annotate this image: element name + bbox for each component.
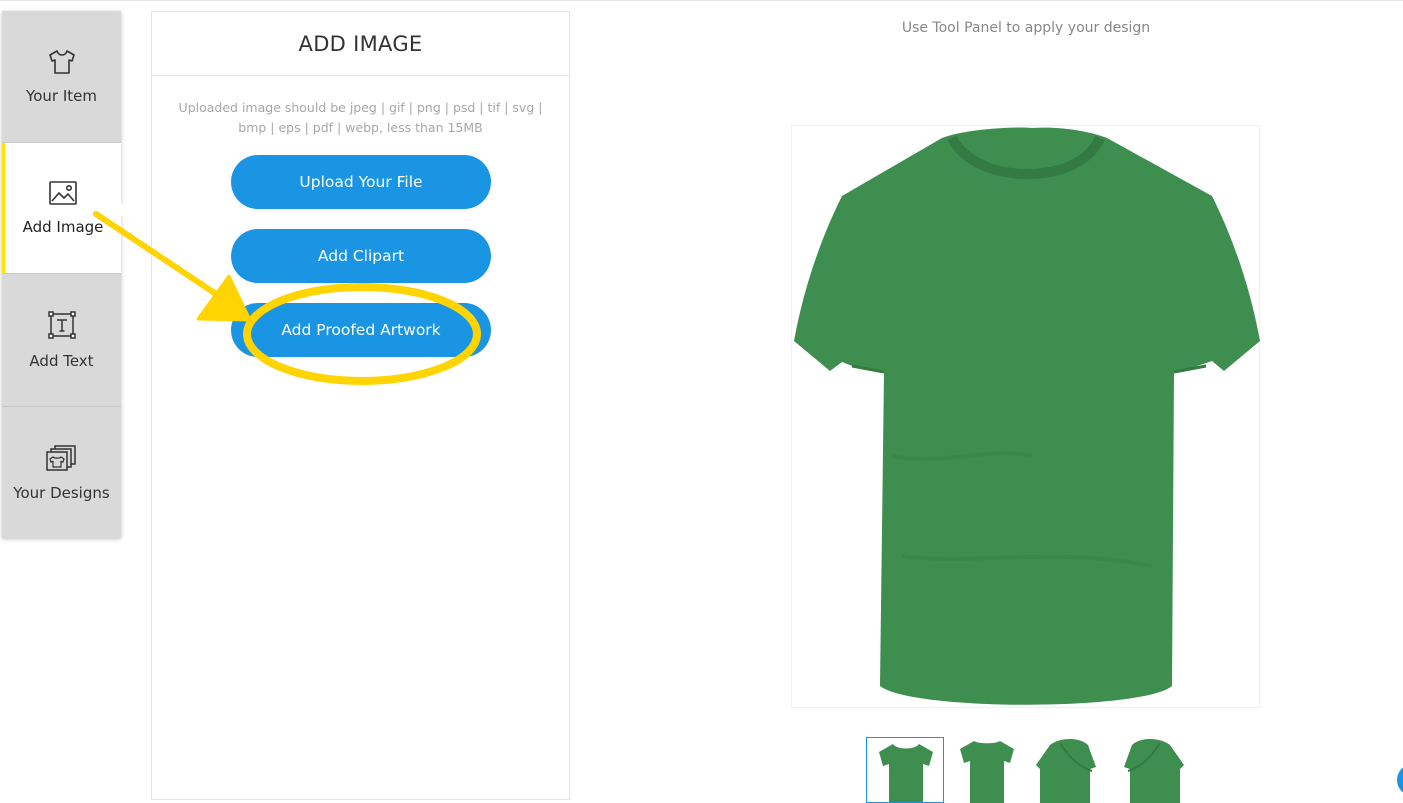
active-pointer xyxy=(121,203,128,217)
thumbnail-left-side[interactable] xyxy=(1030,737,1108,803)
sidebar-item-label: Add Text xyxy=(29,352,94,370)
panel-title: ADD IMAGE xyxy=(152,12,569,76)
sidebar-item-your-item[interactable]: Your Item xyxy=(2,11,121,143)
sidebar-item-add-text[interactable]: Add Text xyxy=(2,274,121,407)
upload-requirements-note: Uploaded image should be jpeg | gif | pn… xyxy=(178,100,543,135)
tshirt-front-image xyxy=(794,127,1260,705)
thumbnail-front[interactable] xyxy=(866,737,944,803)
sidebar-item-label: Your Item xyxy=(26,86,97,105)
sidebar-item-your-designs[interactable]: Your Designs xyxy=(2,407,121,538)
sidebar-item-label: Add Image xyxy=(22,218,104,236)
sidebar-item-add-image[interactable]: Add Image xyxy=(2,143,128,274)
sidebar-item-label: Your Designs xyxy=(13,483,110,502)
upload-file-button[interactable]: Upload Your File xyxy=(231,155,491,209)
image-icon xyxy=(48,180,78,210)
top-divider xyxy=(0,0,1403,1)
chat-help-button[interactable] xyxy=(1397,764,1403,796)
text-box-icon xyxy=(47,310,77,344)
designs-stack-icon xyxy=(45,444,78,476)
tshirt-icon xyxy=(47,49,77,79)
tool-rail: Your Item Add Image Add Text Your Design… xyxy=(2,11,128,538)
tool-panel-hint: Use Tool Panel to apply your design xyxy=(901,20,1151,36)
add-clipart-button[interactable]: Add Clipart xyxy=(231,229,491,283)
thumbnail-right-side[interactable] xyxy=(1112,737,1190,803)
product-canvas[interactable] xyxy=(791,125,1260,708)
add-image-panel: ADD IMAGE Uploaded image should be jpeg … xyxy=(151,11,570,800)
thumbnail-back[interactable] xyxy=(948,737,1026,803)
add-proofed-artwork-button[interactable]: Add Proofed Artwork xyxy=(231,303,491,357)
